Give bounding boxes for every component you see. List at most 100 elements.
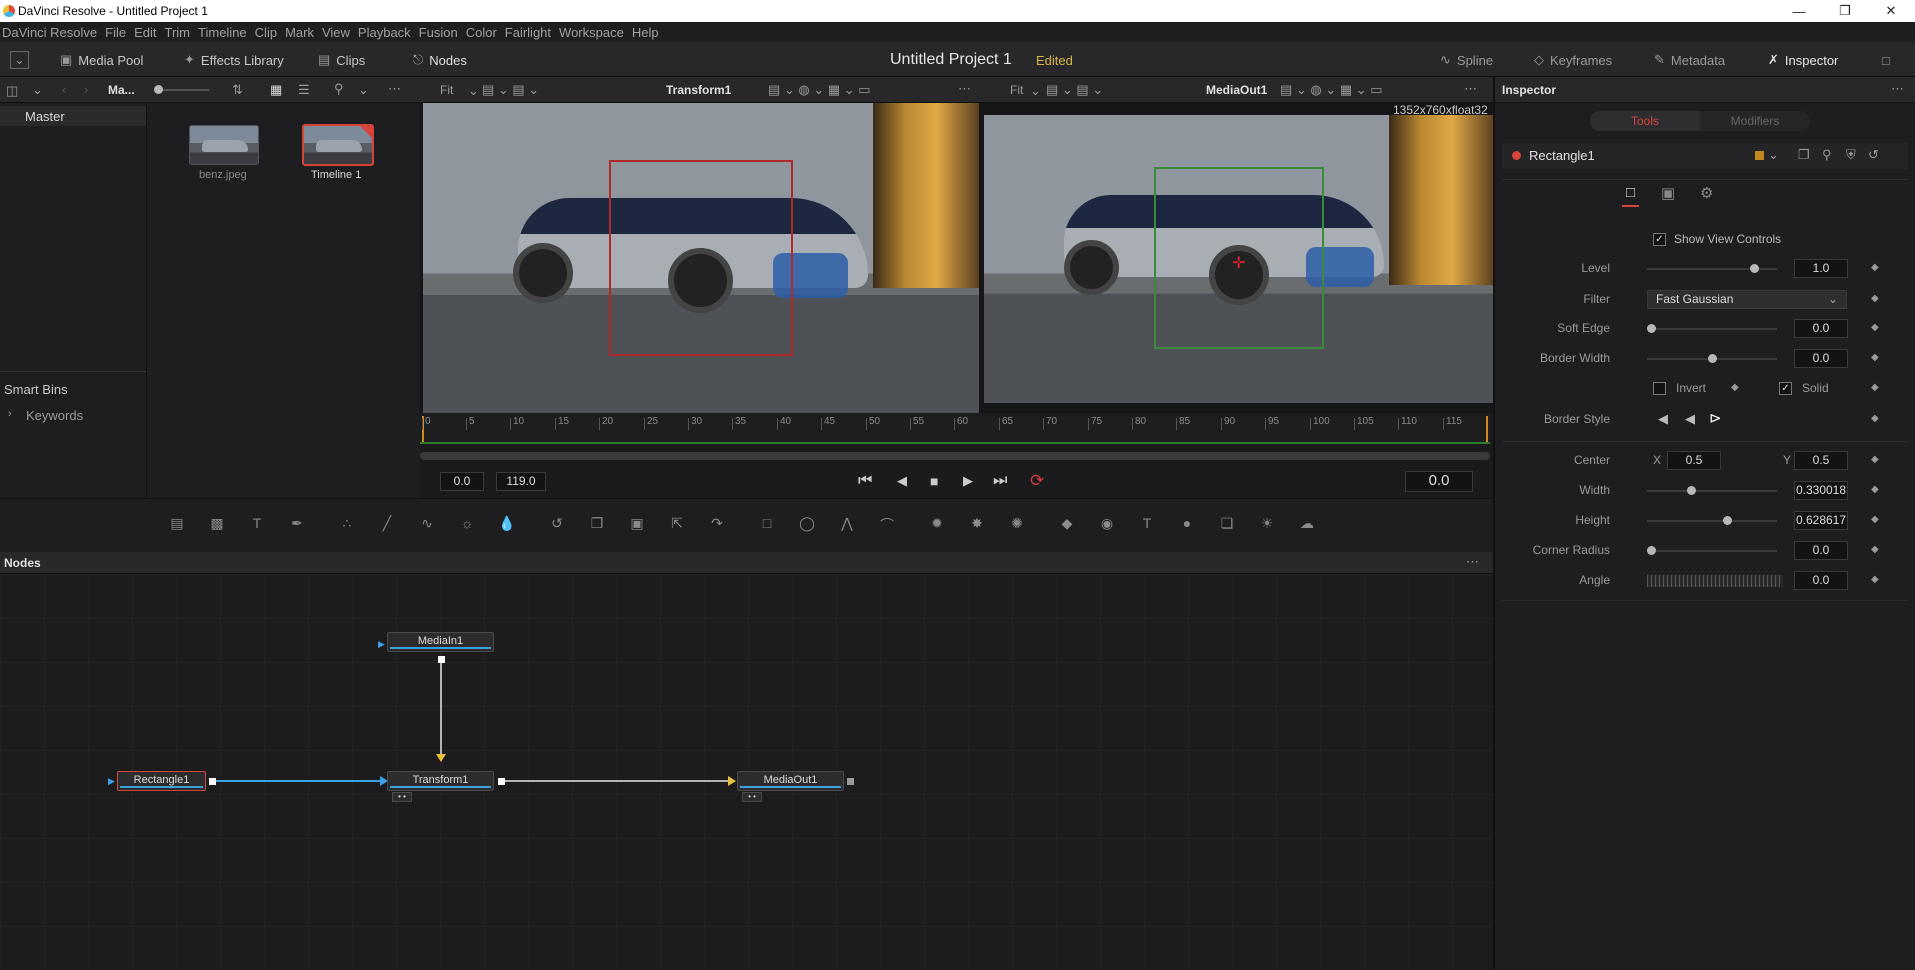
corner-radius-field[interactable]: 0.0 <box>1794 541 1848 560</box>
menu-file[interactable]: File <box>105 25 126 40</box>
node-output-port[interactable] <box>438 656 445 663</box>
renderer3d-icon[interactable]: ☁ <box>1295 515 1319 535</box>
pin-icon[interactable]: ⚲ <box>1822 147 1832 163</box>
filter-dropdown[interactable]: Fast Gaussian ⌄ <box>1647 290 1847 309</box>
brightness-icon[interactable]: ☼ <box>455 515 479 535</box>
slider-knob[interactable] <box>1707 354 1717 363</box>
clips-button[interactable]: ▤ Clips <box>318 49 365 71</box>
level-slider[interactable] <box>1647 264 1777 273</box>
slider-knob[interactable] <box>1686 486 1696 495</box>
versions-icon[interactable]: ❐ <box>1798 147 1810 163</box>
nodes-button[interactable]: ⎋ Nodes <box>413 49 467 71</box>
node-mediaout1[interactable]: MediaOut1 <box>737 771 844 791</box>
menu-playback[interactable]: Playback <box>358 25 411 40</box>
clip-thumbnail-timeline[interactable] <box>302 124 374 166</box>
rectangle-mask-icon[interactable]: □ <box>755 515 779 535</box>
sort-icon[interactable]: ⇅ <box>232 82 243 98</box>
node-editor[interactable]: ▶ MediaIn1 ▶ Rectangle1 Transform1 • • M… <box>0 574 1493 968</box>
keyframe-diamond-icon[interactable]: ◆ <box>1731 382 1739 393</box>
thumbnail-size-slider[interactable] <box>154 85 209 94</box>
slider-knob[interactable] <box>1723 516 1733 525</box>
keyframe-diamond-icon[interactable]: ◆ <box>1871 514 1879 525</box>
image-tab-icon[interactable]: ▣ <box>1661 184 1675 202</box>
chevron-down-icon[interactable]: ⌄ <box>1768 147 1779 163</box>
keyframes-button[interactable]: ◇ Keyframes <box>1534 49 1612 71</box>
tool-header[interactable]: Rectangle1 ⌄ ❐ ⚲ ⛨ ↺ <box>1502 143 1908 169</box>
transform-icon[interactable]: ↷ <box>705 515 729 535</box>
menu-davinci[interactable]: DaVinci Resolve <box>2 25 97 40</box>
more-options-icon[interactable]: ⋯ <box>1891 81 1904 97</box>
tab-modifiers[interactable]: Modifiers <box>1700 111 1810 131</box>
angle-thumbwheel[interactable] <box>1647 575 1783 587</box>
corner-radius-slider[interactable] <box>1647 546 1777 555</box>
fit-dropdown[interactable]: Fit <box>440 83 453 97</box>
center-control-icon[interactable]: ✛ <box>1232 253 1245 273</box>
maximize-button[interactable]: ❐ <box>1822 0 1868 22</box>
master-bin[interactable]: Master <box>0 106 146 126</box>
tracker-icon[interactable]: ✹ <box>925 515 949 535</box>
more-options-icon[interactable]: ⋯ <box>1466 554 1479 570</box>
more-options-icon[interactable]: ⋯ <box>1464 81 1477 97</box>
keyframe-diamond-icon[interactable]: ◆ <box>1871 352 1879 363</box>
media-pool-button[interactable]: ▣ Media Pool <box>60 49 143 71</box>
keyframe-diamond-icon[interactable]: ◆ <box>1871 382 1879 393</box>
background-icon[interactable]: ▤ <box>165 515 189 535</box>
merge-icon[interactable]: ↺ <box>545 515 569 535</box>
soft-edge-slider[interactable] <box>1647 324 1777 333</box>
more-options-icon[interactable]: ⋯ <box>958 81 971 97</box>
border-width-field[interactable]: 0.0 <box>1794 349 1848 368</box>
play-reverse-icon[interactable]: ◀ <box>897 473 907 489</box>
height-field[interactable]: 0.628617 <box>1794 511 1848 530</box>
text-icon[interactable]: T <box>245 515 269 535</box>
slider-knob[interactable] <box>1647 546 1656 555</box>
keyframe-diamond-icon[interactable]: ◆ <box>1871 413 1879 424</box>
current-time-field[interactable]: 0.0 <box>1405 471 1473 492</box>
width-field[interactable]: 0.330018 <box>1794 481 1848 500</box>
forward-icon[interactable]: › <box>84 82 88 97</box>
menu-trim[interactable]: Trim <box>165 25 191 40</box>
paint-icon[interactable]: ▩ <box>205 515 229 535</box>
chevron-down-icon[interactable]: ⌄ <box>32 82 43 98</box>
tab-tools[interactable]: Tools <box>1590 111 1700 131</box>
menu-workspace[interactable]: Workspace <box>559 25 624 40</box>
tool-color-swatch[interactable] <box>1755 151 1764 160</box>
copy-icon[interactable]: ❐ <box>585 515 609 535</box>
menu-view[interactable]: View <box>322 25 350 40</box>
stop-icon[interactable]: ■ <box>930 473 938 489</box>
node-output-port[interactable] <box>847 778 854 785</box>
panel-layout-icon[interactable]: ◫ <box>6 83 18 99</box>
viewer-tools-icon[interactable]: ▤ ⌄ ◍ ⌄ ▦ ⌄ ▭ <box>768 82 871 98</box>
blur-icon[interactable]: 💧 <box>495 515 519 535</box>
light3d-icon[interactable]: ☀ <box>1255 515 1279 535</box>
minimize-button[interactable]: — <box>1776 0 1822 22</box>
reset-icon[interactable]: ↺ <box>1868 147 1879 163</box>
chevron-down-icon[interactable]: ⌄ <box>1030 83 1041 99</box>
search-icon[interactable]: ⚲ <box>334 81 344 97</box>
soft-edge-field[interactable]: 0.0 <box>1794 319 1848 338</box>
bspline-mask-icon[interactable]: ⌒ <box>875 515 899 535</box>
workspace-toggle-button[interactable]: ⌄ <box>10 49 29 71</box>
grid-view-icon[interactable]: ▦ <box>270 82 282 98</box>
chevron-right-icon[interactable]: › <box>8 408 12 420</box>
curve-icon[interactable]: ∿ <box>415 515 439 535</box>
keyframe-diamond-icon[interactable]: ◆ <box>1871 322 1879 333</box>
height-slider[interactable] <box>1647 516 1777 525</box>
center-x-field[interactable]: 0.5 <box>1667 451 1721 470</box>
more-options-icon[interactable]: ⋯ <box>388 81 401 97</box>
left-viewer-image[interactable] <box>423 103 979 413</box>
planar-tracker-icon[interactable]: ✸ <box>965 515 989 535</box>
node-view-indicator[interactable]: • • <box>392 792 412 802</box>
menu-mark[interactable]: Mark <box>285 25 314 40</box>
tool-enabled-icon[interactable] <box>1512 151 1521 160</box>
render-start-field[interactable]: 0.0 <box>440 472 484 491</box>
play-icon[interactable]: ▶ <box>963 473 973 489</box>
matte-icon[interactable]: ▣ <box>625 515 649 535</box>
keyframe-diamond-icon[interactable]: ◆ <box>1871 262 1879 273</box>
slider-knob[interactable] <box>154 85 163 94</box>
particles-icon[interactable]: ∴ <box>335 515 359 535</box>
cube3d-icon[interactable]: ❏ <box>1215 515 1239 535</box>
scrub-bar[interactable] <box>420 452 1490 460</box>
ellipse-mask-icon[interactable]: ◯ <box>795 515 819 535</box>
clip-thumbnail-benz[interactable] <box>189 125 259 165</box>
fit-dropdown[interactable]: Fit <box>1010 83 1023 97</box>
